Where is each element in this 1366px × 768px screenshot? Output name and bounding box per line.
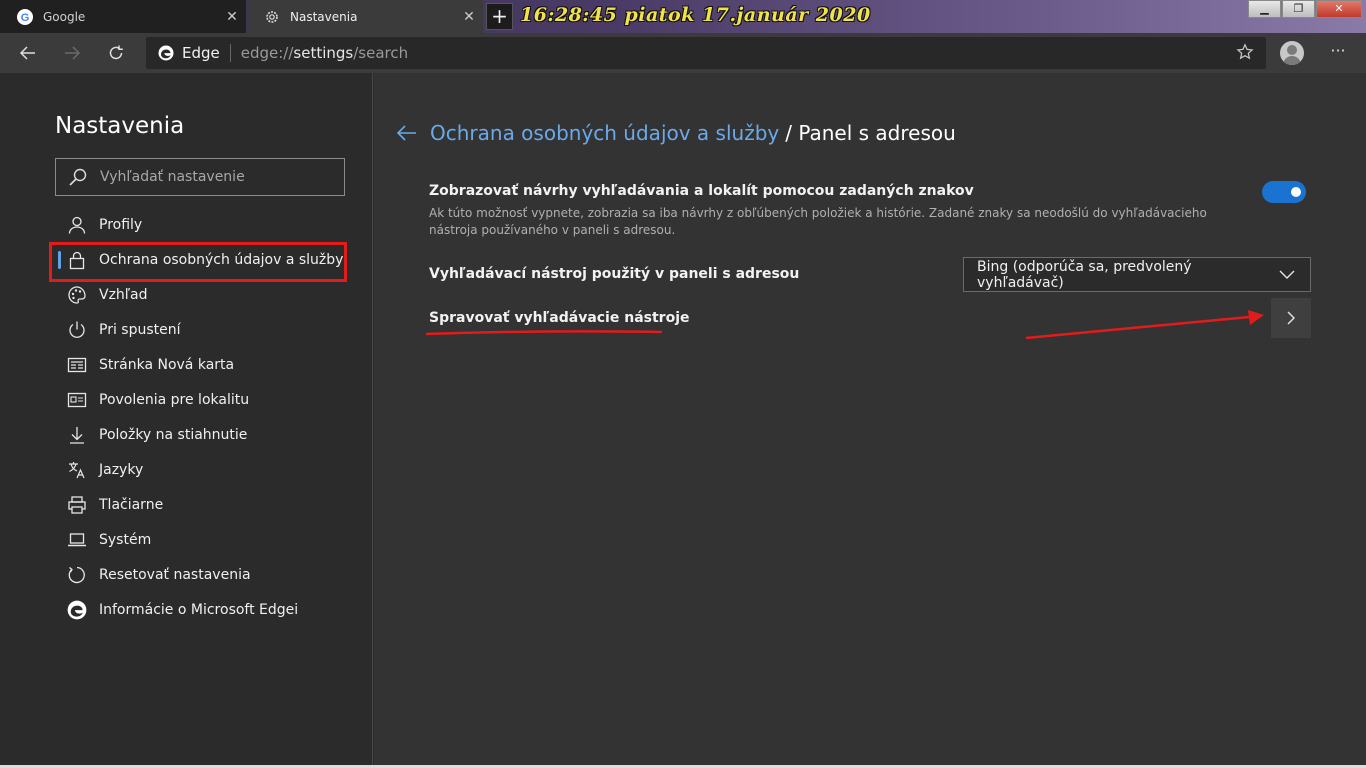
- svg-text:G: G: [21, 12, 30, 24]
- sidebar-item-languages[interactable]: Jazyky: [55, 452, 355, 487]
- sidebar-title: Nastavenia: [55, 113, 185, 139]
- search-suggestions-setting: Zobrazovať návrhy vyhľadávania a lokalít…: [429, 183, 1309, 239]
- sidebar-item-downloads[interactable]: Položky na stiahnutie: [55, 417, 355, 452]
- close-icon[interactable]: ✕: [455, 9, 483, 25]
- suggestions-toggle[interactable]: [1262, 181, 1306, 203]
- more-options-icon[interactable]: ···: [1326, 41, 1350, 65]
- refresh-button[interactable]: [102, 39, 130, 67]
- tab-label: Nastavenia: [290, 9, 358, 24]
- forward-button[interactable]: [58, 39, 86, 67]
- sidebar-item-system[interactable]: Systém: [55, 522, 355, 557]
- selection-indicator: [58, 251, 61, 269]
- breadcrumb: Ochrana osobných údajov a služby / Panel…: [396, 121, 956, 145]
- settings-search[interactable]: [55, 158, 345, 196]
- address-divider: [229, 44, 231, 62]
- sidebar-item-privacy[interactable]: Ochrana osobných údajov a služby: [49, 242, 355, 282]
- breadcrumb-current: / Panel s adresou: [785, 121, 956, 145]
- settings-content: Ochrana osobných údajov a služby / Panel…: [374, 73, 1366, 768]
- close-window-button[interactable]: ✕: [1316, 0, 1362, 18]
- setting-description: Ak túto možnosť vypnete, zobrazia sa iba…: [429, 206, 1207, 237]
- search-input[interactable]: [100, 169, 330, 185]
- manage-search-engines-button[interactable]: [1271, 298, 1311, 338]
- sidebar-item-startup[interactable]: Pri spustení: [55, 312, 355, 347]
- search-engine-dropdown[interactable]: Bing (odporúča sa, predvolený vyhľadávač…: [963, 257, 1311, 292]
- power-icon: [66, 319, 88, 341]
- download-icon: [66, 424, 88, 446]
- browser-toolbar: Edge edge://settings/search ···: [0, 33, 1366, 73]
- search-icon: [69, 168, 87, 186]
- sidebar-nav: Profily Ochrana osobných údajov a služby…: [49, 207, 355, 627]
- gear-icon: [264, 9, 280, 25]
- window-controls: ▁ ❐ ✕: [1247, 0, 1362, 18]
- sidebar-item-about[interactable]: Informácie o Microsoft Edgei: [55, 592, 355, 627]
- address-url: edge://settings/search: [240, 44, 409, 62]
- sidebar-item-appearance[interactable]: Vzhľad: [55, 277, 355, 312]
- arrow-left-icon: [19, 46, 35, 60]
- favorite-star-icon[interactable]: [1236, 43, 1254, 65]
- edge-icon: [66, 599, 88, 621]
- sidebar-item-printers[interactable]: Tlačiarne: [55, 487, 355, 522]
- tab-google[interactable]: G Google ✕: [0, 0, 246, 33]
- site-permissions-icon: [66, 389, 88, 411]
- person-icon: [66, 214, 88, 236]
- sidebar-item-newtab[interactable]: Stránka Nová karta: [55, 347, 355, 382]
- palette-icon: [66, 284, 88, 306]
- laptop-icon: [66, 529, 88, 551]
- title-bar: G Google ✕ Nastavenia ✕ + 16:28:45 piato…: [0, 0, 1366, 33]
- sidebar-item-reset[interactable]: Resetovať nastavenia: [55, 557, 355, 592]
- reset-icon: [66, 564, 88, 586]
- newtab-icon: [66, 354, 88, 376]
- address-scheme-label: Edge: [182, 44, 220, 62]
- sidebar-item-permissions[interactable]: Povolenia pre lokalitu: [55, 382, 355, 417]
- tab-label: Google: [43, 9, 86, 24]
- minimize-button[interactable]: ▁: [1248, 0, 1281, 18]
- refresh-icon: [109, 45, 123, 60]
- annotation-red-underline: [425, 330, 663, 336]
- arrow-right-icon: [65, 46, 81, 60]
- address-bar[interactable]: Edge edge://settings/search: [146, 37, 1266, 69]
- lock-icon: [66, 249, 88, 271]
- sidebar-item-profily[interactable]: Profily: [55, 207, 355, 242]
- maximize-button[interactable]: ❐: [1282, 0, 1315, 18]
- back-arrow-icon[interactable]: [396, 122, 418, 144]
- chevron-right-icon: [1287, 311, 1295, 325]
- chevron-down-icon: [1272, 265, 1302, 285]
- clock-overlay: 16:28:45 piatok 17.január 2020: [520, 4, 871, 26]
- profile-avatar[interactable]: [1280, 41, 1304, 65]
- close-icon[interactable]: ✕: [218, 9, 246, 25]
- dropdown-value: Bing (odporúča sa, predvolený vyhľadávač…: [977, 258, 1192, 291]
- tab-nastavenia[interactable]: Nastavenia ✕: [247, 0, 483, 33]
- manage-search-engines-label[interactable]: Spravovať vyhľadávacie nástroje: [429, 310, 689, 326]
- annotation-red-arrow: [1025, 310, 1264, 340]
- setting-title: Zobrazovať návrhy vyhľadávania a lokalít…: [429, 183, 974, 199]
- search-engine-label: Vyhľadávací nástroj použitý v paneli s a…: [429, 266, 800, 282]
- google-icon: G: [17, 8, 33, 25]
- printer-icon: [66, 494, 88, 516]
- new-tab-button[interactable]: +: [486, 3, 513, 30]
- settings-sidebar: Nastavenia Profily Ochrana osobných údaj…: [0, 73, 373, 768]
- edge-icon: [158, 45, 174, 61]
- toggle-knob: [1291, 187, 1301, 197]
- back-button[interactable]: [14, 39, 42, 67]
- breadcrumb-parent-link[interactable]: Ochrana osobných údajov a služby: [430, 121, 779, 145]
- language-icon: [66, 459, 88, 481]
